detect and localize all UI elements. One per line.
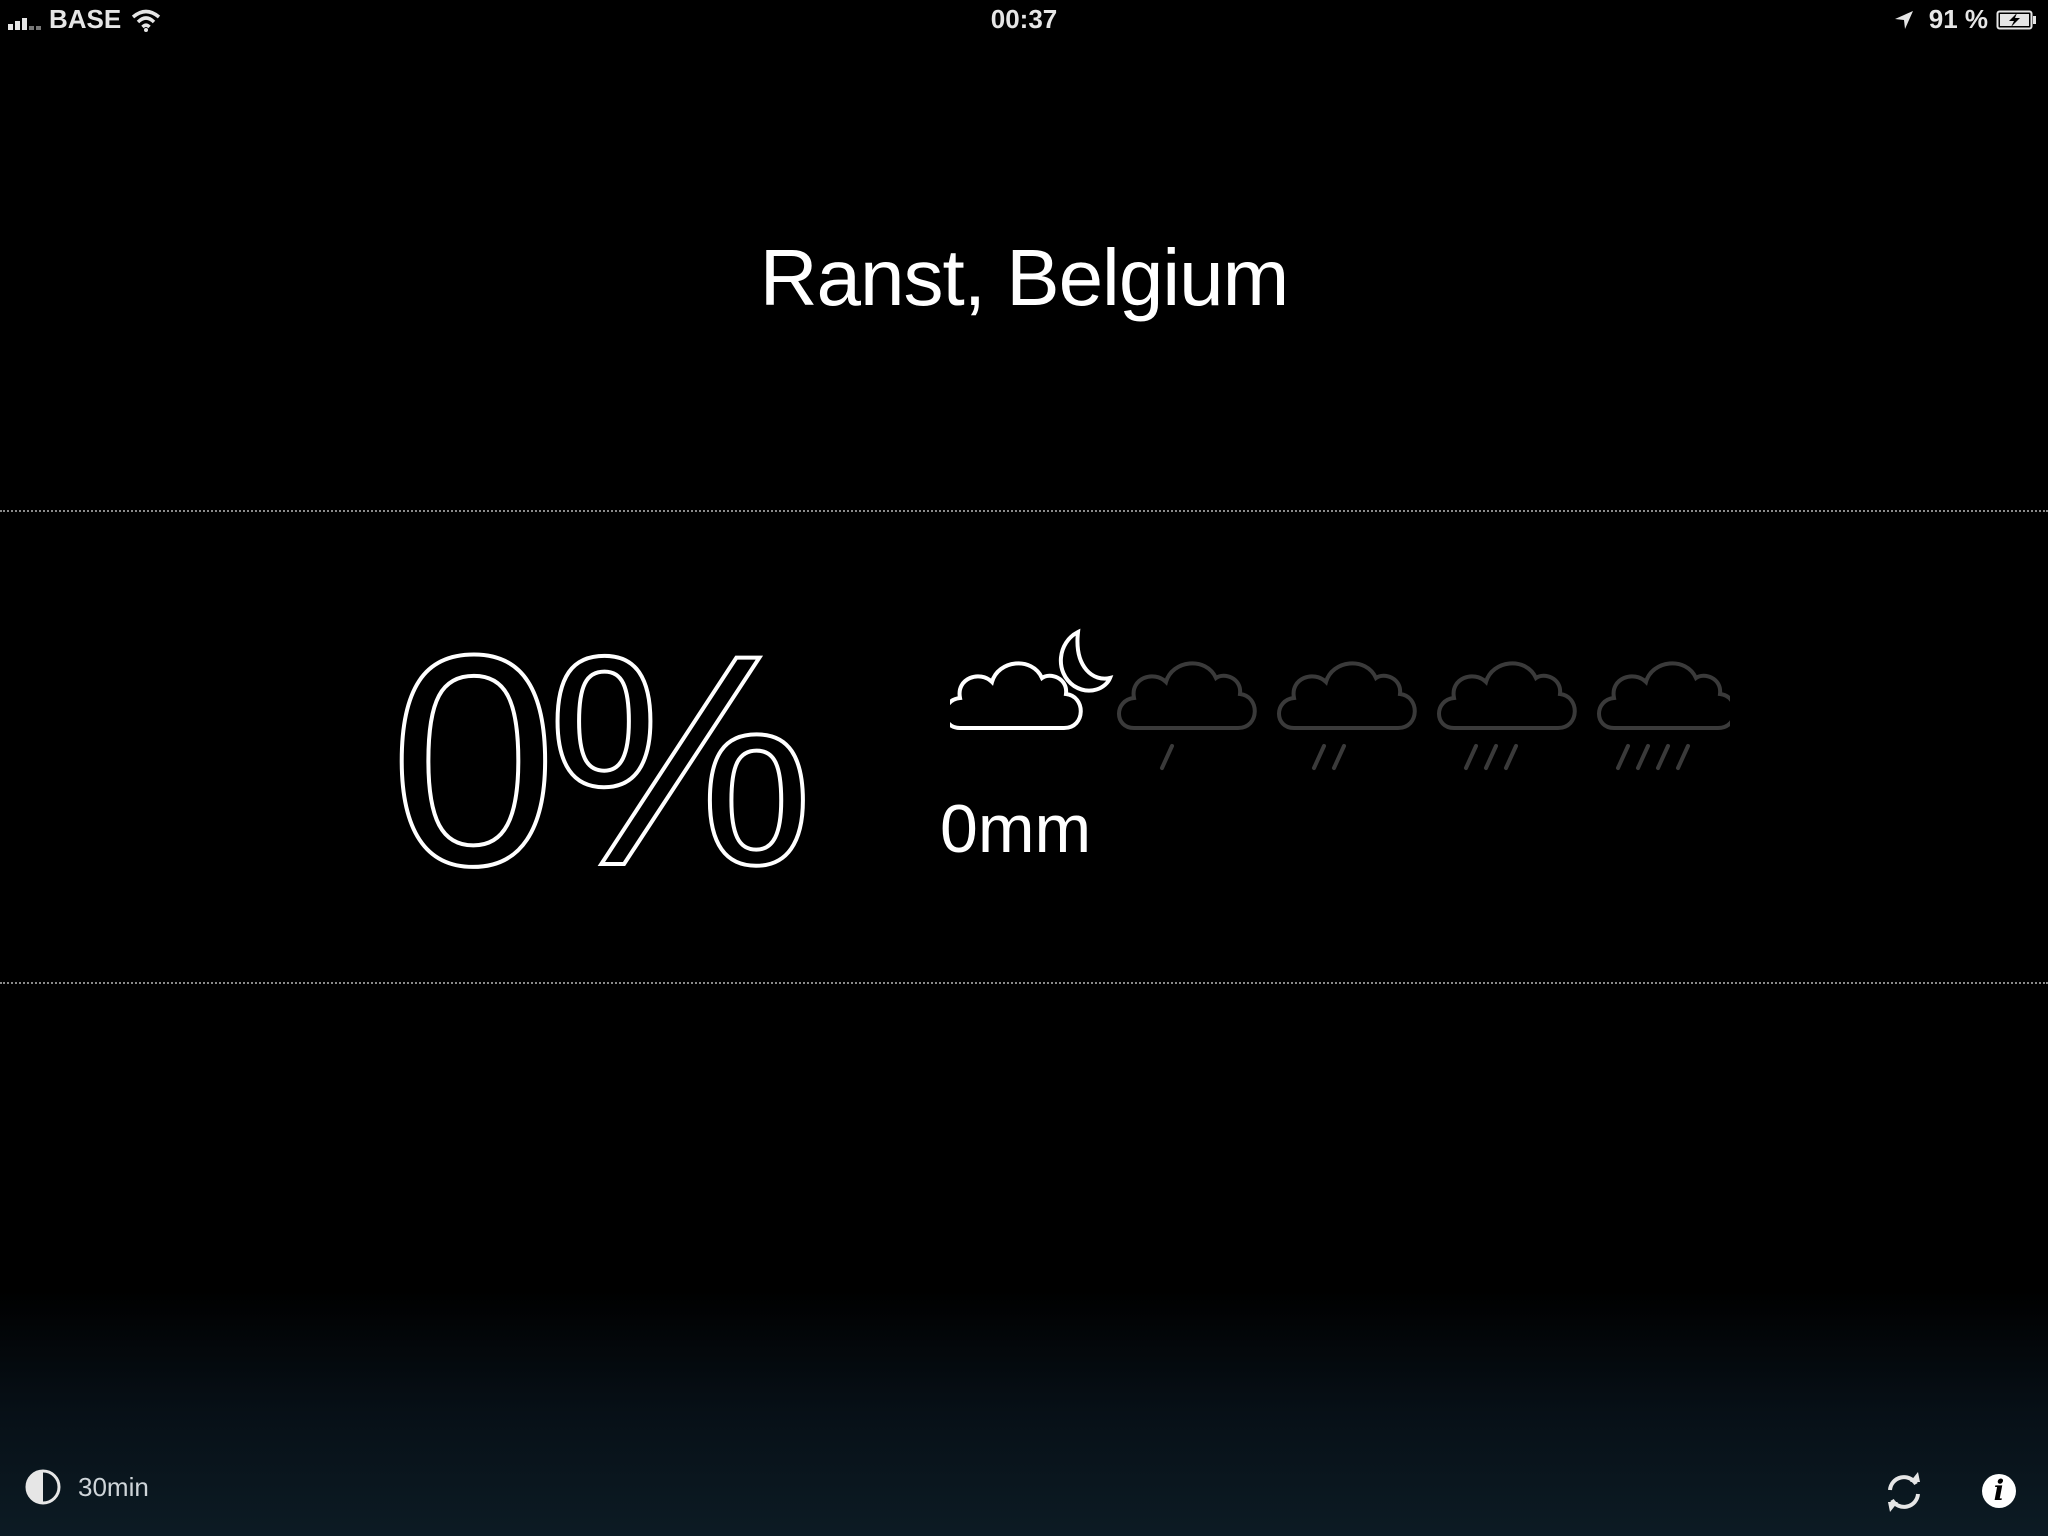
top-divider xyxy=(0,510,2048,512)
status-right: 91 % xyxy=(1893,4,2038,35)
interval-label: 30min xyxy=(78,1471,149,1502)
info-icon[interactable]: i xyxy=(1982,1474,2016,1508)
half-circle-icon xyxy=(25,1469,61,1505)
bottom-toolbar: 30min i xyxy=(0,1456,2048,1536)
refresh-button[interactable] xyxy=(1882,1472,1926,1517)
battery-charging-icon xyxy=(1996,10,2036,29)
cloud-rain-1-icon xyxy=(1117,661,1257,770)
cloud-rain-4-icon xyxy=(1597,661,1730,770)
status-bar: BASE 00:37 91 % xyxy=(0,0,2048,40)
cloud-rain-3-icon xyxy=(1437,661,1577,770)
bottom-divider xyxy=(0,982,2048,984)
precipitation-chance: 0% xyxy=(388,592,816,928)
status-time: 00:37 xyxy=(990,4,1058,34)
weather-app: BASE 00:37 91 % Ranst, Belgium 0% 0mm 30… xyxy=(0,0,2048,1536)
location-title: Ranst, Belgium xyxy=(759,233,1289,322)
location-arrow-icon xyxy=(1894,10,1913,29)
interval-button[interactable]: 30min xyxy=(24,1468,149,1506)
precipitation-scale xyxy=(950,628,1730,770)
refresh-icon xyxy=(1888,1472,1920,1512)
precipitation-amount: 0mm xyxy=(940,791,1092,867)
cloud-rain-2-icon xyxy=(1277,661,1417,770)
battery-percentage: 91 % xyxy=(1928,4,1988,34)
cloud-moon-icon xyxy=(950,628,1114,730)
